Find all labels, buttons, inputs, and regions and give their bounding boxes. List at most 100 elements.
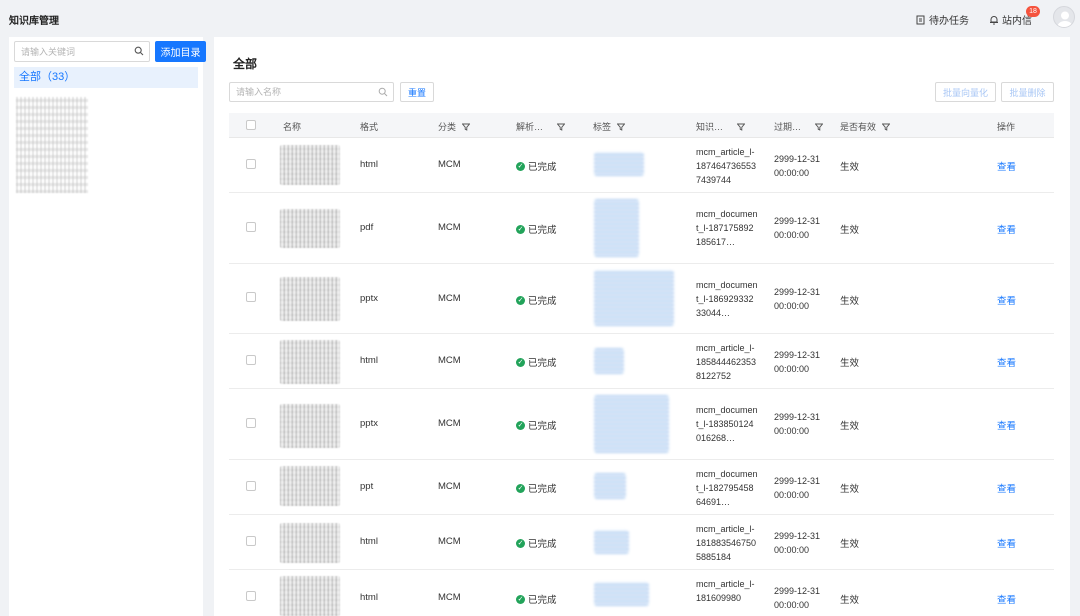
- reset-button[interactable]: 重置: [400, 82, 434, 102]
- format-cell: html: [360, 355, 378, 366]
- parse-status: ✓ 已完成: [516, 481, 557, 495]
- table-header: 名称 格式 分类 解析… 标签 知识… 过期… 是否有效 操作: [229, 113, 1054, 138]
- row-checkbox[interactable]: [246, 159, 256, 169]
- header-name-label: 名称: [283, 122, 302, 132]
- format-cell: html: [360, 592, 378, 603]
- blurred-tags: [594, 473, 626, 499]
- valid-cell: 生效: [840, 225, 860, 236]
- search-icon[interactable]: [378, 87, 388, 97]
- filter-icon[interactable]: [882, 123, 891, 131]
- knowledge-id-cell: mcm_article_l-1818835467505885184: [696, 524, 757, 562]
- select-all-checkbox[interactable]: [246, 120, 256, 130]
- messages-link[interactable]: 站内信: [989, 12, 1032, 27]
- blurred-name-thumbnail: [280, 576, 340, 616]
- expire-cell: 2999-12-31 00:00:00: [774, 586, 821, 610]
- knowledge-id-cell: mcm_article_l-181609980: [696, 579, 755, 603]
- header-category: 分类: [438, 120, 471, 133]
- user-avatar[interactable]: [1053, 6, 1075, 28]
- format-cell: html: [360, 159, 378, 170]
- view-link[interactable]: 查看: [997, 159, 1016, 173]
- table-row: pptx MCM ✓ 已完成 mcm_document_l-18385012401…: [229, 389, 1054, 460]
- status-label: 已完成: [528, 296, 557, 307]
- format-cell: pptx: [360, 293, 378, 304]
- expire-cell: 2999-12-31 00:00:00: [774, 476, 821, 500]
- filter-icon[interactable]: [737, 123, 746, 131]
- view-link[interactable]: 查看: [997, 536, 1016, 550]
- category-cell: MCM: [438, 536, 461, 547]
- todo-tasks-link[interactable]: 待办任务: [916, 12, 969, 27]
- message-count-badge: 18: [1026, 6, 1040, 17]
- status-label: 已完成: [528, 225, 557, 236]
- format-cell: pdf: [360, 222, 374, 233]
- category-cell: MCM: [438, 293, 461, 304]
- header-action: 操作: [997, 120, 1015, 133]
- header-name: 名称: [283, 120, 301, 133]
- expire-cell: 2999-12-31 00:00:00: [774, 412, 821, 436]
- row-checkbox[interactable]: [246, 591, 256, 601]
- row-checkbox[interactable]: [246, 536, 256, 546]
- category-cell: MCM: [438, 222, 461, 233]
- todo-icon: [916, 15, 925, 24]
- avatar-icon: [1057, 11, 1073, 27]
- view-link[interactable]: 查看: [997, 481, 1016, 495]
- knowledge-id-cell: mcm_article_l-1858444623538122752: [696, 343, 757, 381]
- view-link[interactable]: 查看: [997, 222, 1016, 236]
- header-action-label: 操作: [997, 122, 1016, 132]
- todo-label: 待办任务: [929, 16, 969, 27]
- row-checkbox[interactable]: [246, 355, 256, 365]
- row-checkbox[interactable]: [246, 481, 256, 491]
- page-title: 全部: [233, 57, 258, 71]
- valid-cell: 生效: [840, 162, 860, 173]
- add-directory-button[interactable]: 添加目录: [155, 41, 206, 62]
- row-checkbox[interactable]: [246, 222, 256, 232]
- app-title: 知识库管理: [9, 16, 59, 27]
- row-checkbox[interactable]: [246, 418, 256, 428]
- format-cell: html: [360, 536, 378, 547]
- category-cell: MCM: [438, 159, 461, 170]
- parse-status: ✓ 已完成: [516, 418, 557, 432]
- bulk-delete-button[interactable]: 批量删除: [1001, 82, 1054, 102]
- row-checkbox[interactable]: [246, 292, 256, 302]
- view-link[interactable]: 查看: [997, 293, 1016, 307]
- blurred-tags: [594, 270, 674, 326]
- view-link[interactable]: 查看: [997, 592, 1016, 606]
- header-category-label: 分类: [438, 122, 457, 132]
- table-row: html MCM ✓ 已完成 mcm_article_l-185844462353…: [229, 334, 1054, 389]
- header-parse-label: 解析…: [516, 122, 544, 132]
- valid-cell: 生效: [840, 484, 860, 495]
- blurred-tags: [594, 530, 629, 554]
- name-search-input[interactable]: [230, 83, 370, 101]
- blurred-tags: [594, 152, 644, 176]
- directory-search-input[interactable]: [15, 42, 125, 61]
- format-cell: ppt: [360, 481, 374, 492]
- status-label: 已完成: [528, 358, 557, 369]
- status-label: 已完成: [528, 595, 557, 606]
- name-search: [229, 82, 394, 102]
- view-link[interactable]: 查看: [997, 355, 1016, 369]
- filter-icon[interactable]: [815, 123, 824, 131]
- blurred-name-thumbnail: [280, 404, 340, 448]
- header-expire: 过期…: [774, 120, 824, 133]
- table-row: html MCM ✓ 已完成 mcm_article_l-181609980 29…: [229, 570, 1054, 616]
- header-valid-label: 是否有效: [840, 122, 877, 132]
- filter-icon[interactable]: [462, 123, 471, 131]
- parse-status: ✓ 已完成: [516, 222, 557, 236]
- check-circle-icon: ✓: [516, 295, 525, 305]
- filter-icon[interactable]: [557, 123, 566, 131]
- blurred-name-thumbnail: [280, 209, 340, 248]
- tree-item-all[interactable]: 全部（33）: [14, 67, 198, 88]
- search-icon[interactable]: [134, 46, 144, 56]
- valid-cell: 生效: [840, 421, 860, 432]
- blurred-directory-tree: [16, 97, 88, 193]
- valid-cell: 生效: [840, 296, 860, 307]
- expire-cell: 2999-12-31 00:00:00: [774, 154, 821, 178]
- check-circle-icon: ✓: [516, 538, 525, 548]
- main-panel: 全部 重置 批量向量化 批量删除 名称 格式 分类 解析… 标签 知识… 过期……: [214, 37, 1070, 616]
- category-cell: MCM: [438, 418, 461, 429]
- blurred-tags: [594, 582, 649, 606]
- bulk-vectorize-button[interactable]: 批量向量化: [935, 82, 996, 102]
- status-label: 已完成: [528, 539, 557, 550]
- knowledge-table: 名称 格式 分类 解析… 标签 知识… 过期… 是否有效 操作 html MCM…: [229, 113, 1054, 616]
- filter-icon[interactable]: [617, 123, 626, 131]
- view-link[interactable]: 查看: [997, 418, 1016, 432]
